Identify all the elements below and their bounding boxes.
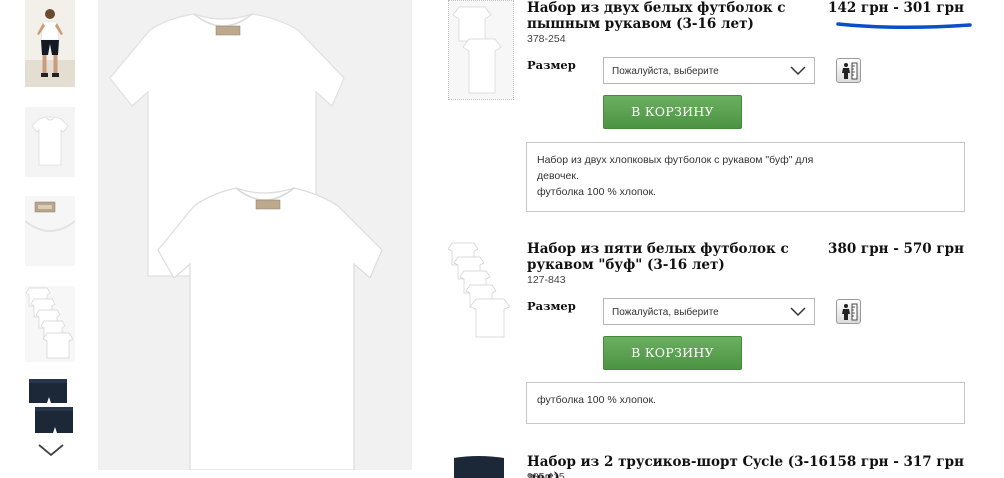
chevron-down-icon: [790, 66, 806, 76]
chevron-down-icon: [790, 307, 806, 317]
thumbnail-girl-model[interactable]: [25, 0, 75, 87]
size-chart-icon[interactable]: [836, 299, 861, 324]
product-thumbnail[interactable]: [447, 241, 514, 341]
add-to-cart-button[interactable]: В КОРЗИНУ: [603, 95, 742, 129]
size-select-value: Пожалуйста, выберите: [612, 66, 719, 77]
product-description: футболка 100 % хлопок.: [526, 382, 965, 424]
product-title[interactable]: Набор из 2 трусиков-шорт Cycle (3-16 лет…: [527, 454, 847, 478]
product-thumbnail[interactable]: [448, 0, 514, 100]
thumbnail-single-tshirt[interactable]: [25, 107, 75, 177]
description-line: футболка 100 % хлопок.: [537, 186, 656, 198]
description-line: Набор из двух хлопковых футболок с рукав…: [537, 154, 814, 182]
price-highlight-underline: [836, 22, 972, 30]
girl-model-image: [25, 0, 75, 87]
main-product-image: [98, 0, 412, 471]
product-description: Набор из двух хлопковых футболок с рукав…: [526, 142, 965, 212]
size-label: Размер: [527, 299, 576, 313]
product-title[interactable]: Набор из двух белых футболок с пышным ру…: [527, 0, 827, 32]
thumbnail-collar-closeup[interactable]: [25, 196, 75, 266]
single-tshirt-image: [25, 107, 75, 177]
size-select[interactable]: Пожалуйста, выберите: [603, 298, 815, 325]
product-item: Набор из 2 трусиков-шорт Cycle (3-16 лет…: [446, 454, 986, 478]
product-item: Набор из пяти белых футболок с рукавом "…: [446, 241, 986, 426]
product-item: Набор из двух белых футболок с пышным ру…: [446, 0, 986, 214]
add-to-cart-button[interactable]: В КОРЗИНУ: [603, 336, 742, 370]
size-select-value: Пожалуйста, выберите: [612, 307, 719, 318]
product-code: 378-254: [527, 33, 566, 45]
product-thumbnail[interactable]: [448, 454, 514, 478]
collar-closeup-image: [25, 196, 75, 266]
product-code: 985-115: [527, 471, 565, 478]
product-title[interactable]: Набор из пяти белых футболок с рукавом "…: [527, 241, 827, 273]
size-select[interactable]: Пожалуйста, выберите: [603, 57, 815, 84]
size-chart-icon[interactable]: [836, 58, 861, 83]
thumbnail-five-tshirts[interactable]: [25, 286, 75, 362]
description-line: футболка 100 % хлопок.: [537, 394, 656, 406]
chevron-down-icon[interactable]: [37, 441, 65, 459]
navy-shorts-image: [25, 377, 75, 435]
product-price: 142 грн - 301 грн: [828, 0, 964, 16]
size-label: Размер: [527, 58, 576, 72]
five-tshirts-image: [25, 286, 75, 362]
product-price: 158 грн - 317 грн: [828, 454, 964, 470]
product-price: 380 грн - 570 грн: [828, 241, 964, 257]
product-code: 127-843: [527, 274, 566, 286]
thumbnail-navy-shorts[interactable]: [25, 377, 75, 435]
